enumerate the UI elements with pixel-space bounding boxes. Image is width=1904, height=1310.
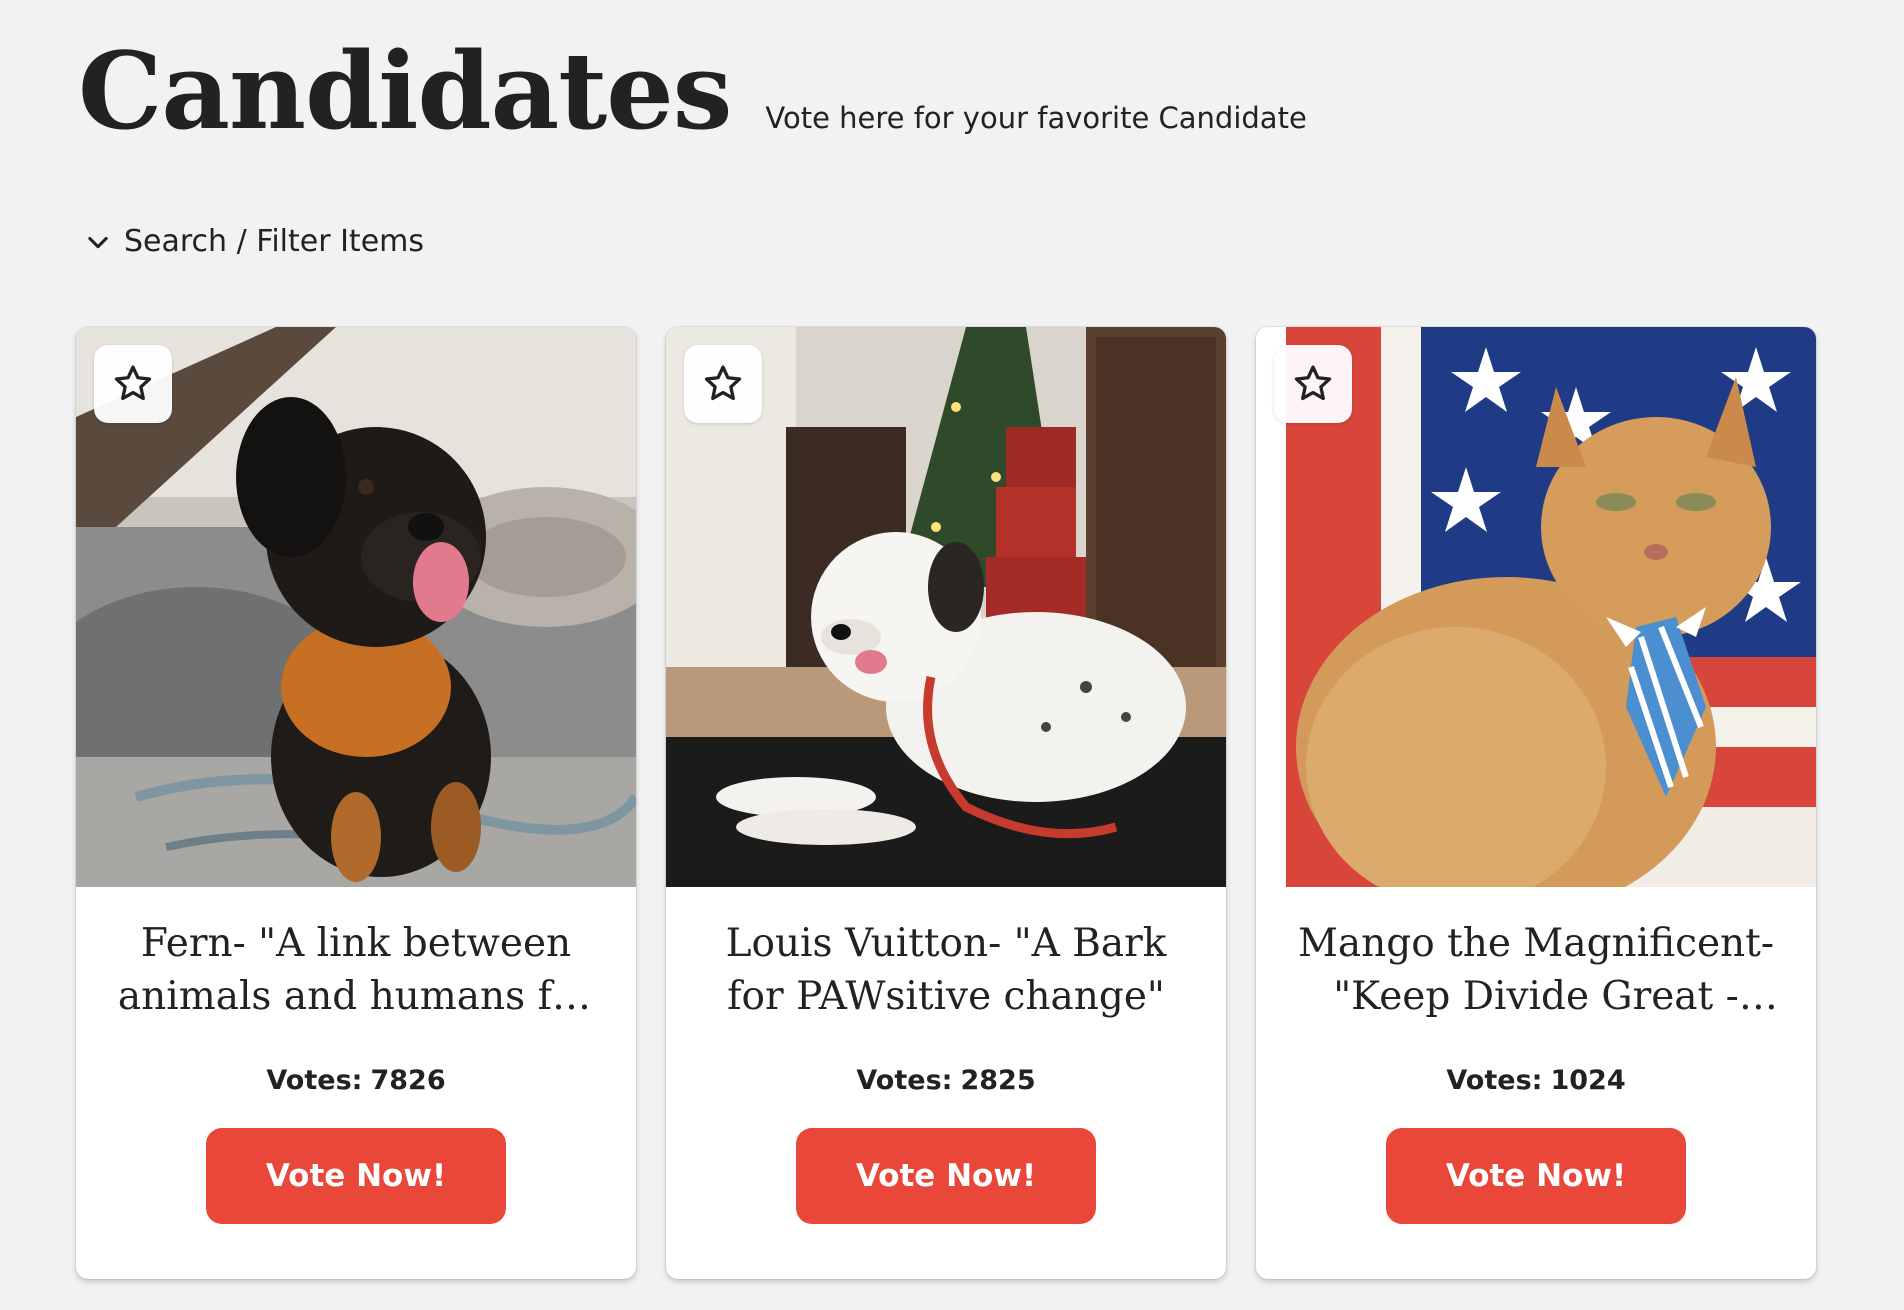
vote-now-button[interactable]: Vote Now! <box>1386 1128 1686 1224</box>
candidate-card: Mango the Magnificent- "Keep Divide Grea… <box>1256 327 1816 1279</box>
vote-count-label: Votes: <box>1446 1065 1543 1096</box>
vote-count-value: 2825 <box>960 1065 1036 1096</box>
page-subtitle: Vote here for your favorite Candidate <box>765 101 1307 135</box>
candidate-card: Fern- "A link between animals and humans… <box>76 327 636 1279</box>
vote-count: Votes: 1024 <box>1256 1065 1816 1096</box>
page: Candidates Vote here for your favorite C… <box>0 0 1904 1310</box>
vote-count-label: Votes: <box>856 1065 953 1096</box>
favorite-button[interactable] <box>1274 345 1352 423</box>
star-icon <box>704 365 742 401</box>
vote-count-value: 1024 <box>1550 1065 1626 1096</box>
star-icon <box>1294 365 1332 401</box>
vote-count: Votes: 2825 <box>666 1065 1226 1096</box>
search-filter-label: Search / Filter Items <box>124 224 424 259</box>
vote-now-button[interactable]: Vote Now! <box>796 1128 1096 1224</box>
chevron-down-icon <box>88 236 108 248</box>
search-filter-toggle[interactable]: Search / Filter Items <box>84 224 424 259</box>
page-title: Candidates <box>78 28 732 153</box>
star-icon <box>114 365 152 401</box>
favorite-button[interactable] <box>684 345 762 423</box>
candidate-title: Fern- "A link between animals and humans… <box>117 921 595 1019</box>
candidate-photo[interactable] <box>1256 327 1816 887</box>
candidate-photo[interactable] <box>76 327 636 887</box>
page-header: Candidates Vote here for your favorite C… <box>78 38 1307 144</box>
favorite-button[interactable] <box>94 345 172 423</box>
vote-count: Votes: 7826 <box>76 1065 636 1096</box>
vote-count-label: Votes: <box>266 1065 363 1096</box>
candidate-title: Louis Vuitton- "A Bark for PAWsitive cha… <box>725 921 1167 1019</box>
candidate-list: Fern- "A link between animals and humans… <box>76 327 1816 1279</box>
vote-count-value: 7826 <box>370 1065 446 1096</box>
candidate-photo[interactable] <box>666 327 1226 887</box>
candidate-card: Louis Vuitton- "A Bark for PAWsitive cha… <box>666 327 1226 1279</box>
vote-now-button[interactable]: Vote Now! <box>206 1128 506 1224</box>
candidate-title: Mango the Magnificent- "Keep Divide Grea… <box>1297 921 1775 1019</box>
